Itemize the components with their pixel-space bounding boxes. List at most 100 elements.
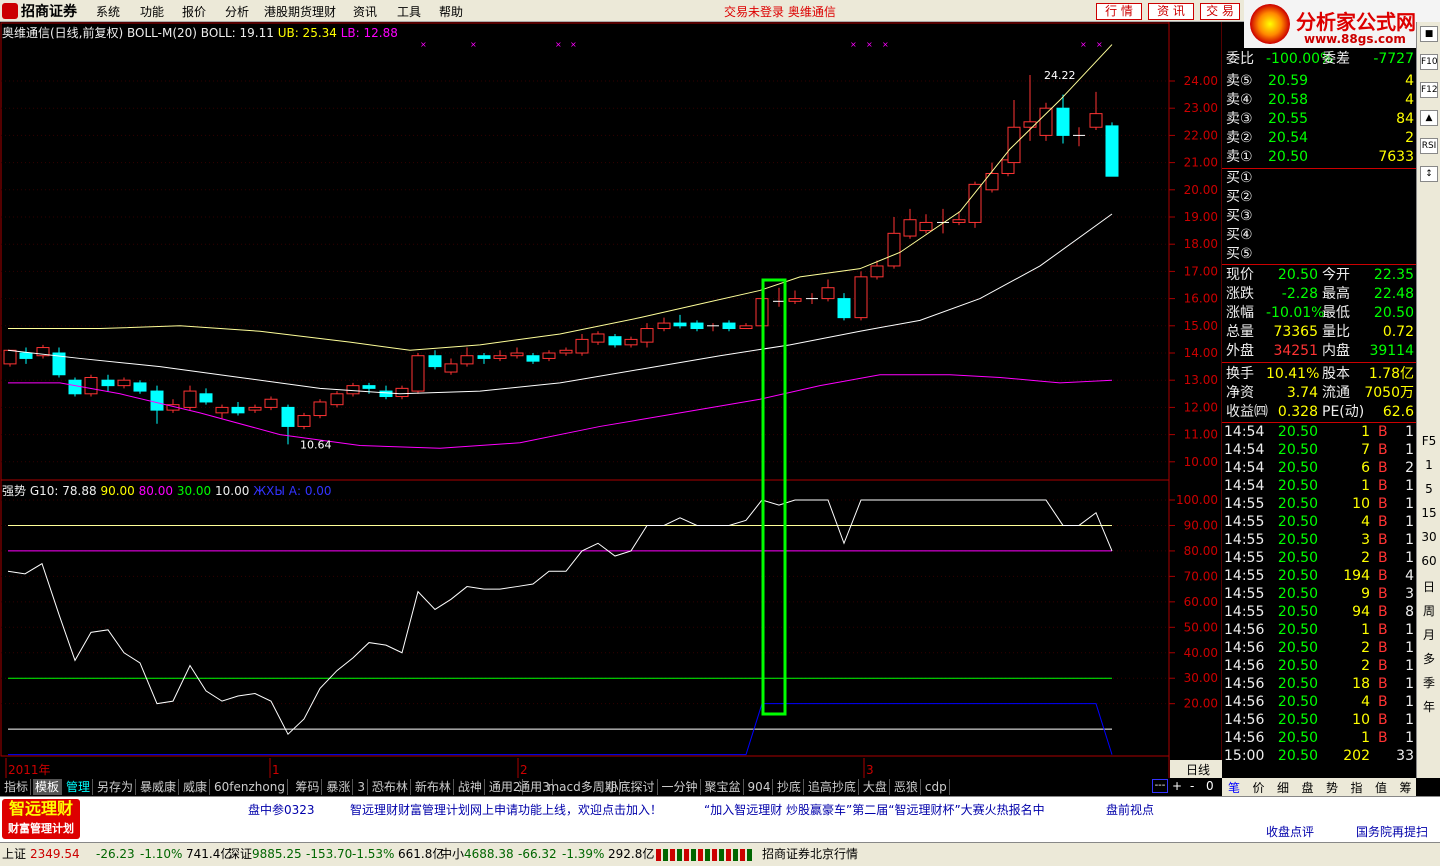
period-button[interactable]: 15 <box>1419 506 1439 520</box>
menu-tools[interactable]: 工具 <box>397 3 421 20</box>
indicator-tab[interactable]: 聚宝盆 <box>703 779 744 795</box>
trade-button[interactable]: 交 易 <box>1200 3 1240 20</box>
tick-side: B <box>1378 496 1388 512</box>
ad-link-4[interactable]: 盘前视点 <box>1106 801 1154 818</box>
sz-label[interactable]: 深证 <box>228 843 252 865</box>
period-button[interactable]: F5 <box>1419 434 1439 448</box>
period-button[interactable]: 年 <box>1419 698 1439 715</box>
zx-label[interactable]: 中小 <box>440 843 464 865</box>
ad-link-6[interactable]: 国务院再提扫 <box>1356 823 1428 840</box>
tick-time: 14:55 <box>1224 586 1265 602</box>
detail-tab[interactable]: 笔 <box>1228 779 1240 796</box>
tick-price: 20.50 <box>1277 748 1318 764</box>
tick-row: 14:55 20.50 9 B 3 <box>1222 585 1416 603</box>
menu-analysis[interactable]: 分析 <box>225 3 249 20</box>
indicator-tab[interactable]: 60fenzhong <box>212 779 288 795</box>
detail-tab[interactable]: 价 <box>1253 779 1265 796</box>
detail-tab[interactable]: 势 <box>1326 779 1338 796</box>
candle <box>346 385 360 395</box>
indicator-tab[interactable]: 模板 <box>33 779 63 795</box>
indicator-tab[interactable]: 恶狼 <box>892 779 921 795</box>
indicator-tab[interactable]: 抄底 <box>775 779 804 795</box>
tick-time: 14:55 <box>1224 532 1265 548</box>
price-tick-label: 16.00 <box>1184 292 1218 306</box>
tick-price: 20.50 <box>1277 658 1318 674</box>
indicator-tab[interactable]: 战神 <box>456 779 485 795</box>
side-tool-icon[interactable]: F12 <box>1420 82 1438 98</box>
indicator-tab[interactable]: 大盘 <box>861 779 890 795</box>
detail-tab[interactable]: 盘 <box>1302 779 1314 796</box>
detail-tab[interactable]: 值 <box>1375 779 1387 796</box>
menu-quote[interactable]: 报价 <box>182 3 206 20</box>
indicator-tab[interactable]: 恐布林 <box>370 779 411 795</box>
tick-side: B <box>1378 640 1388 656</box>
period-button[interactable]: 60 <box>1419 554 1439 568</box>
indicator-tab[interactable]: cdp <box>923 779 950 795</box>
reset-zoom-icon[interactable]: 0 <box>1206 779 1214 793</box>
candle <box>281 406 295 427</box>
period-button[interactable]: 30 <box>1419 530 1439 544</box>
detail-tab[interactable]: 细 <box>1277 779 1289 796</box>
tick-row: 14:55 20.50 4 B 1 <box>1222 513 1416 531</box>
quotes-button[interactable]: 行 情 <box>1096 3 1142 20</box>
detail-tab[interactable]: 筹 <box>1400 779 1412 796</box>
menu-system[interactable]: 系统 <box>96 3 120 20</box>
candle <box>952 219 966 223</box>
sh-label[interactable]: 上证 <box>2 843 26 865</box>
indicator-tab[interactable]: 小底探讨 <box>605 779 658 795</box>
period-button[interactable]: 季 <box>1419 674 1439 691</box>
indicator-tab[interactable]: 另存为 <box>95 779 137 795</box>
indicator-tab[interactable]: 3 <box>355 779 369 795</box>
indicator-tab[interactable]: 暴涨 <box>324 779 354 795</box>
scroll-tabs-button[interactable]: --- <box>1152 779 1168 793</box>
indicator-tab[interactable]: 904 <box>746 779 774 795</box>
indicator-tab[interactable]: 一分钟 <box>660 779 701 795</box>
period-button[interactable]: 1 <box>1419 458 1439 472</box>
tick-time: 14:54 <box>1224 460 1265 476</box>
zoom-in-icon[interactable]: + <box>1172 779 1182 793</box>
tick-volume: 9 <box>1361 586 1370 602</box>
ad-link-3[interactable]: “加入智远理财 炒股赢豪车”第二届“智远理财杯”大赛火热报名中 <box>704 801 1045 818</box>
candle <box>133 382 147 392</box>
tick-price: 20.50 <box>1277 460 1318 476</box>
buy-row: 买④ <box>1222 226 1416 245</box>
ad-link-2[interactable]: 智远理财财富管理计划网上申请功能上线，欢迎点击加入！ <box>350 801 662 818</box>
level-90: 90.00 <box>100 484 135 498</box>
ind-tick-label: 20.00 <box>1184 697 1218 711</box>
side-tool-icon[interactable]: F10 <box>1420 54 1438 70</box>
candle <box>788 298 802 302</box>
brand-ad[interactable]: 分析家公式网 www.88gs.com <box>1244 0 1440 48</box>
side-tool-icon[interactable]: ↕ <box>1420 166 1438 182</box>
indicator-tab[interactable]: 指标 <box>2 779 32 795</box>
menu-function[interactable]: 功能 <box>140 3 164 20</box>
indicator-tab[interactable]: 追高抄底 <box>806 779 859 795</box>
ad-link-1[interactable]: 盘中参0323 <box>248 801 315 818</box>
period-button[interactable]: 月 <box>1419 626 1439 643</box>
candle <box>101 379 115 387</box>
kline-chart[interactable]: 24.00 23.00 22.00 21.00 20.00 19.00 18.00 17.00… <box>0 22 1222 778</box>
buy-row: 买⑤ <box>1222 245 1416 264</box>
tick-volume: 10 <box>1352 496 1370 512</box>
period-button[interactable]: 5 <box>1419 482 1439 496</box>
side-tool-icon[interactable]: ■ <box>1420 26 1438 42</box>
side-tool-icon[interactable]: ▲ <box>1420 110 1438 126</box>
indicator-tab[interactable]: 暴威康 <box>138 779 180 795</box>
menu-hk-futures[interactable]: 港股期货理财 <box>264 3 336 20</box>
indicator-tab[interactable]: 管理 <box>64 779 94 795</box>
ad-link-5[interactable]: 收盘点评 <box>1266 823 1314 840</box>
menu-help[interactable]: 帮助 <box>439 3 463 20</box>
ad-logo[interactable]: 智远理财 财富管理计划 <box>2 799 80 839</box>
divider <box>1222 264 1416 265</box>
period-button[interactable]: 日 <box>1419 578 1439 595</box>
indicator-tab[interactable]: 筹码 <box>293 779 323 795</box>
highlight-box <box>761 278 787 716</box>
detail-tab[interactable]: 指 <box>1351 779 1363 796</box>
menu-news[interactable]: 资讯 <box>353 3 377 20</box>
period-button[interactable]: 周 <box>1419 602 1439 619</box>
side-tool-icon[interactable]: RSI <box>1420 138 1438 154</box>
period-button[interactable]: 多 <box>1419 650 1439 667</box>
indicator-tab[interactable]: 新布林 <box>413 779 454 795</box>
indicator-tab[interactable]: 威康 <box>181 779 211 795</box>
zoom-out-icon[interactable]: - <box>1190 779 1194 793</box>
news-button[interactable]: 资 讯 <box>1148 3 1194 20</box>
